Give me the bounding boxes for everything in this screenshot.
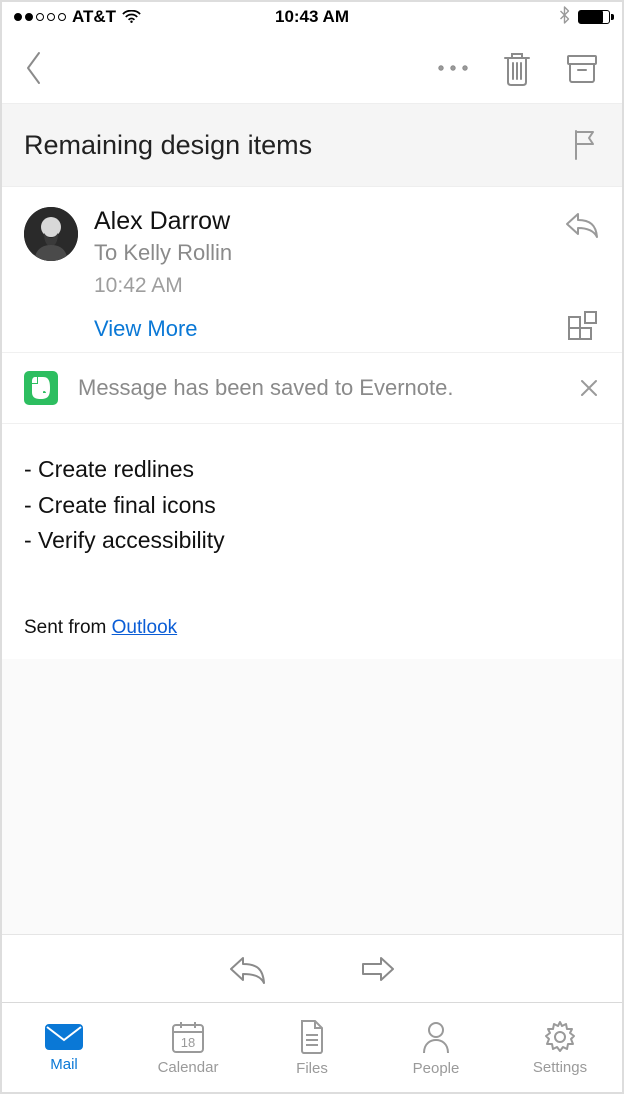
tab-label: People xyxy=(413,1060,460,1077)
tab-mail[interactable]: Mail xyxy=(2,1003,126,1092)
body-line: - Create final icons xyxy=(24,488,600,524)
message-time: 10:42 AM xyxy=(94,274,564,298)
forward-button[interactable] xyxy=(357,954,397,984)
flag-button[interactable] xyxy=(570,128,600,162)
tab-settings[interactable]: Settings xyxy=(498,1003,622,1092)
carrier-label: AT&T xyxy=(72,7,116,27)
status-left: AT&T xyxy=(14,7,141,27)
body-line: - Verify accessibility xyxy=(24,523,600,559)
app-screen: AT&T 10:43 AM xyxy=(0,0,624,1094)
tab-label: Mail xyxy=(50,1056,78,1073)
tab-label: Settings xyxy=(533,1059,587,1076)
reply-button[interactable] xyxy=(564,211,600,239)
signature: Sent from Outlook xyxy=(2,587,622,659)
view-more-link[interactable]: View More xyxy=(94,316,564,342)
archive-button[interactable] xyxy=(564,50,600,86)
message-body: - Create redlines - Create final icons -… xyxy=(2,424,622,587)
nav-toolbar xyxy=(2,32,622,104)
signal-strength-icon xyxy=(14,13,66,21)
status-bar: AT&T 10:43 AM xyxy=(2,2,622,32)
sender-avatar[interactable] xyxy=(24,207,78,261)
banner-text: Message has been saved to Evernote. xyxy=(78,375,558,401)
tab-people[interactable]: People xyxy=(374,1003,498,1092)
tab-label: Calendar xyxy=(158,1059,219,1076)
evernote-icon xyxy=(24,371,58,405)
back-button[interactable] xyxy=(24,50,44,86)
tab-files[interactable]: Files xyxy=(250,1003,374,1092)
tab-bar: Mail 18 Calendar Files People Settings xyxy=(2,1002,622,1092)
empty-area xyxy=(2,659,622,934)
sender-name[interactable]: Alex Darrow xyxy=(94,207,564,236)
banner-close-button[interactable] xyxy=(578,377,600,399)
svg-text:18: 18 xyxy=(181,1035,195,1050)
recipient-line[interactable]: To Kelly Rollin xyxy=(94,240,564,266)
tab-label: Files xyxy=(296,1060,328,1077)
more-options-button[interactable] xyxy=(436,63,470,73)
status-right xyxy=(559,6,610,29)
reply-toolbar xyxy=(2,934,622,1002)
reply-all-button[interactable] xyxy=(227,954,267,984)
wifi-icon xyxy=(122,10,141,24)
signature-link[interactable]: Outlook xyxy=(112,617,177,638)
trash-button[interactable] xyxy=(500,49,534,87)
signature-prefix: Sent from xyxy=(24,617,112,638)
tab-calendar[interactable]: 18 Calendar xyxy=(126,1003,250,1092)
addin-button[interactable] xyxy=(566,308,600,342)
email-subject: Remaining design items xyxy=(24,130,312,161)
body-line: - Create redlines xyxy=(24,452,600,488)
bluetooth-icon xyxy=(559,6,570,29)
evernote-banner: Message has been saved to Evernote. xyxy=(2,352,622,424)
message-header: Alex Darrow To Kelly Rollin 10:42 AM Vie… xyxy=(2,187,622,352)
subject-bar: Remaining design items xyxy=(2,104,622,187)
battery-icon xyxy=(578,10,610,24)
